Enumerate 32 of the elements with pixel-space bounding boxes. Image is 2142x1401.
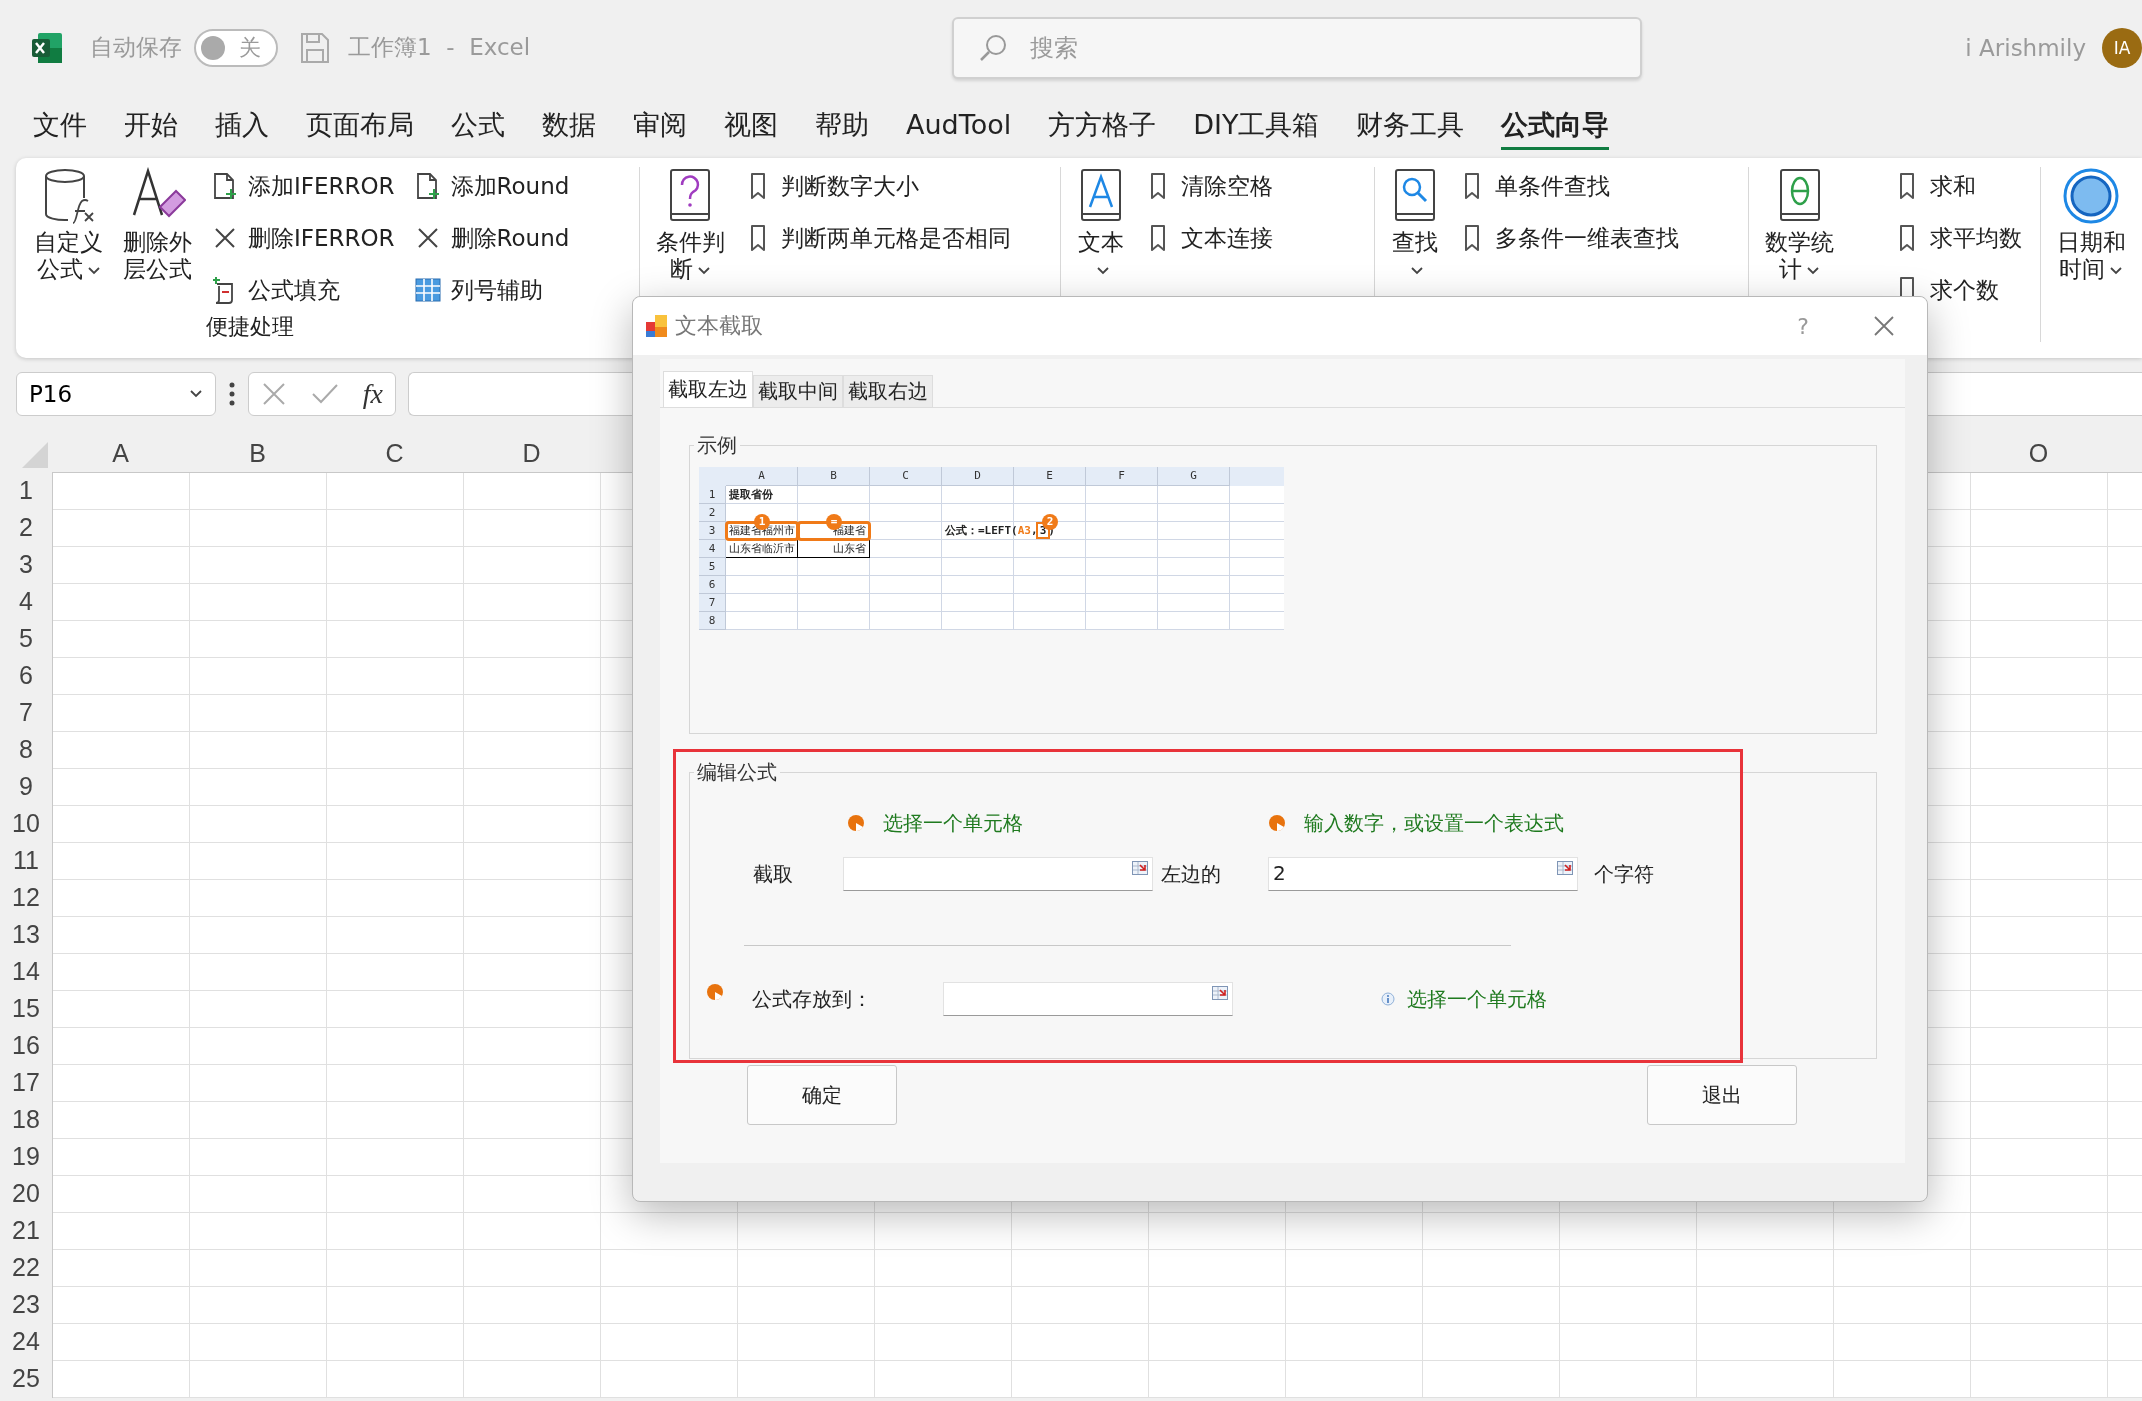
column-header: B: [798, 467, 870, 486]
row-header: 1: [699, 486, 726, 504]
row-header: 5: [699, 558, 726, 576]
hint-text: 输入数字，或设置一个表达式: [1304, 809, 1564, 837]
dialog-title: 文本截取: [675, 312, 763, 340]
autosave-label: 自动保存: [90, 33, 182, 62]
row-header: 3: [699, 522, 726, 540]
field-label: 个字符: [1593, 860, 1655, 888]
table-cell-text: 提取省份: [728, 487, 774, 503]
column-header: G: [1158, 467, 1230, 486]
document-title: 工作簿1 - Excel: [348, 33, 531, 62]
column-header: A: [726, 467, 798, 486]
hint-text: 选择一个单元格: [883, 809, 1023, 837]
field-label: 截取: [753, 860, 794, 888]
row-header: 7: [699, 594, 726, 612]
table-cell: 山东省临沂市: [726, 540, 798, 558]
group-label: 示例: [696, 432, 738, 459]
row-header: 8: [699, 612, 726, 630]
field-label: 公式存放到：: [752, 985, 873, 1013]
field-label: 左边的: [1160, 860, 1222, 888]
table-cell: 山东省: [798, 540, 870, 558]
column-header: F: [1086, 467, 1158, 486]
column-header: C: [870, 467, 942, 486]
column-header: E: [1014, 467, 1086, 486]
row-header: 4: [699, 540, 726, 558]
group-label: 便捷处理: [205, 313, 295, 341]
column-header: D: [942, 467, 1014, 486]
row-header: 6: [699, 576, 726, 594]
user-name: i Arishmily: [1965, 34, 2086, 61]
row-header: 2: [699, 504, 726, 522]
group-label: 编辑公式: [696, 759, 778, 786]
hint-text: 选择一个单元格: [1407, 985, 1547, 1013]
